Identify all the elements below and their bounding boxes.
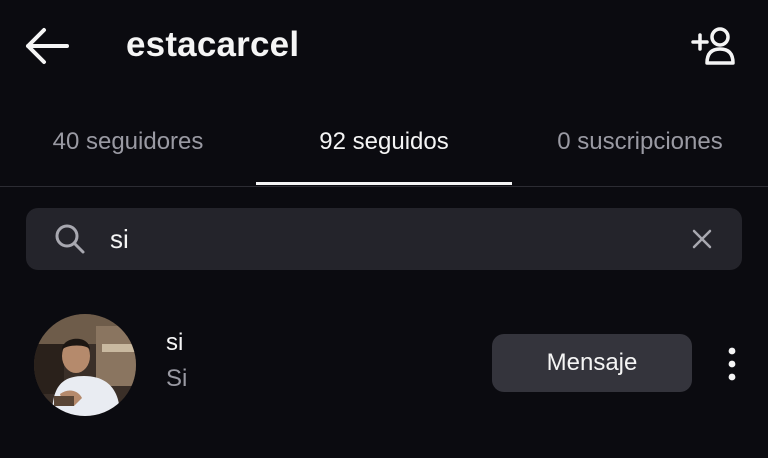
tab-bar: 40 seguidores 92 seguidos 0 suscripcione…: [0, 100, 768, 186]
tab-subscriptions[interactable]: 0 suscripciones: [512, 100, 768, 184]
page-title: estacarcel: [126, 25, 300, 64]
more-vertical-icon: [728, 347, 736, 381]
tab-following[interactable]: 92 seguidos: [256, 100, 512, 184]
search-input[interactable]: [110, 218, 670, 260]
search-bar: [26, 208, 742, 270]
close-icon: [692, 229, 712, 249]
more-options-button[interactable]: [716, 342, 748, 386]
clear-search-button[interactable]: [686, 223, 718, 255]
add-user-button[interactable]: [690, 24, 738, 68]
tab-followers[interactable]: 40 seguidores: [0, 100, 256, 184]
message-button[interactable]: Mensaje: [492, 334, 692, 392]
avatar[interactable]: [34, 314, 136, 416]
arrow-left-icon: [26, 28, 69, 64]
username: si: [166, 329, 184, 356]
active-tab-indicator: [256, 182, 512, 185]
full-name: Si: [166, 365, 188, 392]
avatar-photo: [34, 314, 136, 416]
header: estacarcel: [0, 0, 768, 92]
following-screen: estacarcel 40 seguidores 92 seguidos 0 s…: [0, 0, 768, 458]
tabs-divider: [0, 186, 768, 187]
add-person-icon: [691, 27, 735, 65]
back-button[interactable]: [22, 24, 70, 68]
list-item[interactable]: si Si Mensaje: [0, 306, 768, 422]
search-icon: [55, 224, 85, 254]
